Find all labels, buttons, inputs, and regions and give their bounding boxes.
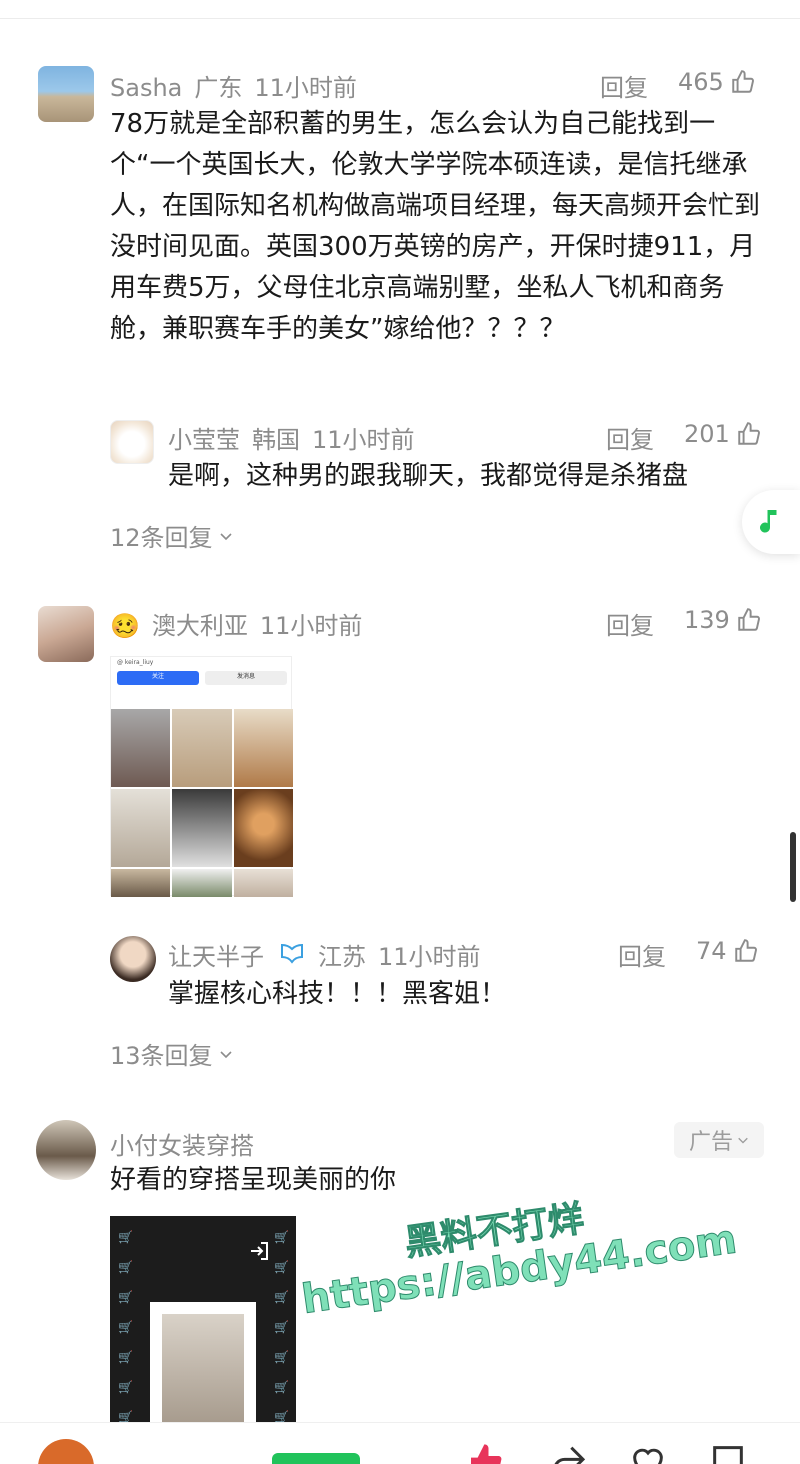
ad-badge[interactable]: 广告: [674, 1122, 764, 1158]
chevron-down-icon: [738, 1137, 748, 1144]
location: 江苏: [318, 943, 366, 971]
cart-icon: 🛒: [118, 1380, 133, 1394]
cart-icon: 🛒: [274, 1230, 289, 1244]
photo-cell: [111, 789, 171, 867]
thumbs-up-icon: [734, 939, 757, 962]
username[interactable]: 小莹莹: [168, 426, 240, 454]
profile-actions: 关注 发消息: [117, 671, 287, 685]
author-avatar[interactable]: [38, 1439, 94, 1464]
music-note-icon: [760, 510, 777, 533]
like-button[interactable]: 465: [678, 68, 756, 96]
like-count: 74: [696, 937, 727, 965]
like-button[interactable]: 74: [696, 937, 759, 965]
thumbs-up-icon: [738, 608, 760, 631]
ad-model-photo: [162, 1314, 244, 1426]
cart-icon: 🛒: [274, 1350, 289, 1364]
cart-icon: 🛒: [118, 1290, 133, 1304]
ad-badge-label: 广告: [688, 1130, 733, 1155]
avatar[interactable]: [38, 66, 94, 122]
verified-badge-icon: [281, 943, 303, 964]
exit-icon: [251, 1242, 268, 1260]
comment-text: 78万就是全部积蓄的男生，怎么会认为自己能找到一个“一个英国长大，伦敦大学学院本…: [110, 109, 761, 344]
photo-cell: [172, 709, 232, 787]
cart-icon: 🛒: [274, 1290, 289, 1304]
ad-username[interactable]: 小付女装穿搭: [110, 1132, 254, 1160]
thumbs-up-icon: [738, 422, 760, 445]
avatar[interactable]: [110, 420, 154, 464]
message-tab: 发消息: [205, 671, 287, 685]
timestamp: 11小时前: [259, 612, 363, 640]
reply-button[interactable]: 回复: [600, 68, 648, 103]
heart-icon[interactable]: [628, 1441, 668, 1464]
photo-cell: [233, 869, 293, 897]
top-divider: [0, 18, 800, 19]
like-count: 201: [684, 420, 730, 448]
author-name-placeholder[interactable]: [110, 1451, 250, 1464]
reply-button[interactable]: 回复: [606, 420, 654, 455]
more-replies-toggle[interactable]: 13条回复: [110, 1036, 233, 1071]
bottom-action-bar: [0, 1422, 800, 1464]
username[interactable]: Sasha: [110, 74, 182, 102]
location: 澳大利亚: [151, 612, 248, 640]
thumbs-up-icon: [732, 70, 754, 93]
timestamp: 11小时前: [378, 943, 481, 971]
photo-cell: [233, 709, 293, 787]
comment-meta: Sasha 广东 11小时前: [110, 68, 369, 103]
photo-cell: [111, 709, 171, 787]
user-emoji[interactable]: 🥴: [110, 612, 140, 640]
reply-button[interactable]: 回复: [606, 606, 654, 641]
like-button[interactable]: 201: [684, 420, 762, 448]
like-count: 139: [684, 606, 730, 634]
more-replies-label: 13条回复: [110, 1042, 213, 1070]
avatar[interactable]: [38, 606, 94, 662]
reply-text: 是啊，这种男的跟我聊天，我都觉得是杀猪盘: [168, 461, 689, 491]
location: 广东: [194, 74, 243, 102]
like-count: 465: [678, 68, 724, 96]
cart-icon: 🛒: [274, 1260, 289, 1274]
follow-tab: 关注: [117, 671, 199, 685]
photo-cell: [111, 869, 171, 897]
photo-cells: [111, 709, 293, 897]
timestamp: 11小时前: [312, 426, 415, 454]
cart-icon: 🛒: [118, 1230, 133, 1244]
reply-meta-extra: 江苏 11小时前: [318, 937, 493, 972]
like-button[interactable]: 139: [684, 606, 762, 634]
follow-button[interactable]: [272, 1453, 360, 1464]
chevron-down-icon: [219, 1050, 232, 1058]
watermark: 黑料不打烊 https://abdy44.com: [292, 1171, 740, 1368]
reply-button[interactable]: 回复: [618, 937, 666, 972]
comment-icon[interactable]: [708, 1441, 748, 1464]
username[interactable]: 让天半子: [168, 943, 264, 971]
photo-cell: [172, 869, 232, 897]
cart-icon: 🛒: [118, 1320, 133, 1334]
cart-icon: 🛒: [274, 1320, 289, 1334]
scrollbar-thumb[interactable]: [790, 832, 796, 902]
ad-image[interactable]: 🛒 🛒 🛒 🛒 🛒 🛒 🛒 🛒 🛒 🛒 🛒 🛒 🛒 🛒: [110, 1216, 296, 1426]
reply-meta: 让天半子: [168, 937, 276, 972]
share-icon[interactable]: [548, 1441, 588, 1464]
cart-icon: 🛒: [118, 1350, 133, 1364]
chevron-down-icon: [219, 532, 232, 540]
more-replies-toggle[interactable]: 12条回复: [110, 518, 233, 553]
ad-meta: 小付女装穿搭: [110, 1126, 266, 1161]
comment-meta: 🥴 澳大利亚 11小时前: [110, 606, 374, 641]
photo-cell: [172, 789, 232, 867]
avatar[interactable]: [36, 1120, 96, 1180]
cart-icon: 🛒: [118, 1260, 133, 1274]
location: 韩国: [252, 426, 300, 454]
timestamp: 11小时前: [254, 74, 357, 102]
photo-cell: [233, 789, 293, 867]
comment-image-attachment[interactable]: @ keira_liuy 关注 发消息: [110, 656, 293, 897]
reply-meta: 小莹莹 韩国 11小时前: [168, 420, 427, 455]
avatar[interactable]: [110, 936, 156, 982]
reply-text: 掌握核心科技！！！黑客姐！: [168, 979, 507, 1009]
cart-icon: 🛒: [274, 1380, 289, 1394]
thumbs-up-filled-icon[interactable]: [466, 1441, 506, 1464]
music-floating-button[interactable]: [742, 490, 800, 554]
profile-handle: @ keira_liuy: [117, 659, 154, 666]
more-replies-label: 12条回复: [110, 524, 213, 552]
